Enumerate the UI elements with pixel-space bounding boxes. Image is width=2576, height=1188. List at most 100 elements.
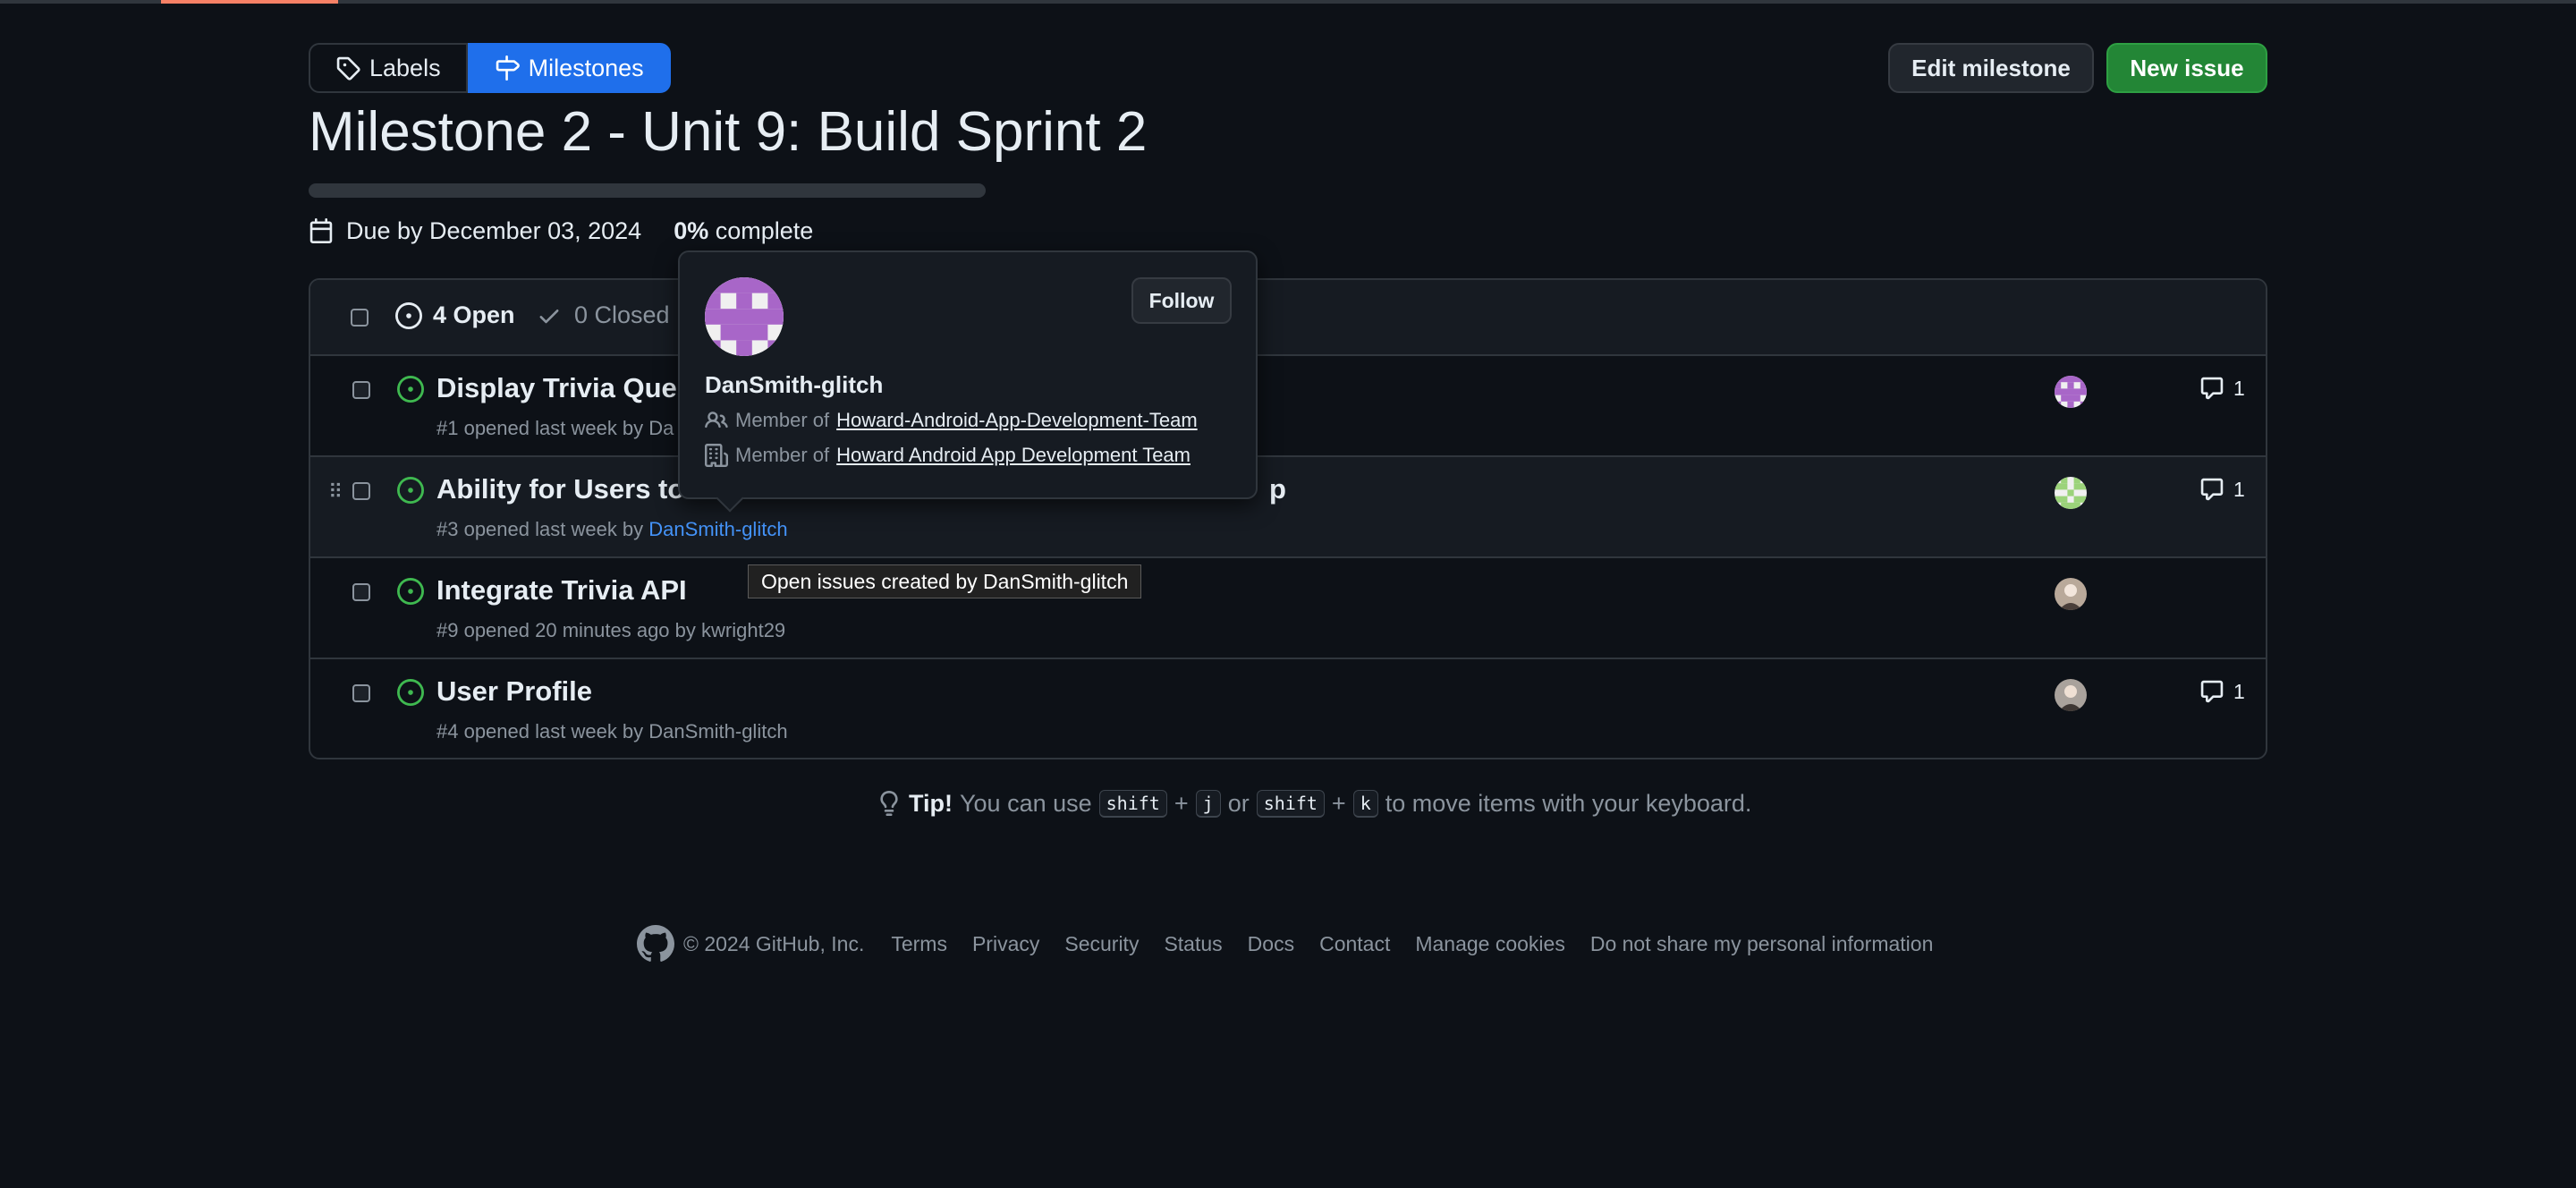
tag-icon bbox=[336, 56, 360, 81]
footer-link-do-not-share[interactable]: Do not share my personal information bbox=[1590, 932, 1934, 956]
tip-text-end: to move items with your keyboard. bbox=[1385, 789, 1752, 817]
shift-key: shift bbox=[1098, 789, 1167, 818]
tip-plus: + bbox=[1174, 789, 1189, 817]
identicon-purple bbox=[2055, 376, 2087, 408]
tab-labels[interactable]: Labels bbox=[309, 43, 468, 93]
labels-milestones-nav: Labels Milestones bbox=[309, 43, 671, 93]
hovercard-username[interactable]: DanSmith-glitch bbox=[705, 371, 883, 399]
check-icon bbox=[539, 309, 559, 323]
member-of-label: Member of bbox=[735, 409, 830, 431]
tab-labels-label: Labels bbox=[369, 54, 441, 81]
copyright-text: © 2024 GitHub, Inc. bbox=[683, 931, 865, 955]
tab-milestones[interactable]: Milestones bbox=[467, 43, 671, 93]
light-bulb-icon bbox=[880, 791, 898, 816]
organization-link[interactable]: Howard Android App Development Team bbox=[836, 444, 1191, 467]
assignee-avatar[interactable] bbox=[2055, 376, 2087, 408]
issue-row[interactable]: Integrate Trivia API #9 opened 20 minute… bbox=[310, 558, 2266, 659]
issue-author-link[interactable]: Da bbox=[648, 417, 674, 439]
issue-open-status-icon bbox=[397, 679, 424, 706]
page-load-progress bbox=[0, 0, 2576, 4]
issue-open-status-icon bbox=[397, 477, 424, 504]
new-issue-button[interactable]: New issue bbox=[2106, 43, 2267, 93]
issue-meta-text: #1 opened last week by bbox=[436, 417, 649, 439]
comment-icon bbox=[2200, 680, 2224, 703]
hovercard-avatar[interactable] bbox=[705, 277, 784, 356]
tip-label: Tip! bbox=[909, 789, 953, 817]
issues-list-header: 4 Open 0 Closed bbox=[310, 280, 2266, 356]
comment-count: 1 bbox=[2233, 376, 2245, 400]
issue-open-status-icon bbox=[397, 578, 424, 605]
issue-row[interactable]: Display Trivia Quest #1 opened last week… bbox=[310, 356, 2266, 457]
issue-meta-text: #3 opened last week by bbox=[436, 518, 649, 540]
tab-milestones-label: Milestones bbox=[528, 54, 644, 81]
issue-row[interactable]: ⠿ Ability for Users to i p #3 opened las… bbox=[310, 457, 2266, 558]
github-logo-icon[interactable] bbox=[637, 925, 674, 963]
identicon-green bbox=[2055, 477, 2087, 509]
issue-author-link[interactable]: DanSmith-glitch bbox=[648, 720, 787, 742]
user-photo-avatar bbox=[2055, 578, 2087, 610]
issue-title-link[interactable]: User Profile bbox=[436, 675, 592, 708]
tip-text-start: You can use bbox=[960, 789, 1092, 817]
user-photo-avatar bbox=[2055, 679, 2087, 711]
drag-handle-icon[interactable]: ⠿ bbox=[328, 480, 343, 504]
comments-link[interactable]: 1 bbox=[2199, 477, 2245, 502]
identicon-purple bbox=[705, 277, 784, 356]
follow-button[interactable]: Follow bbox=[1131, 277, 1232, 324]
issue-checkbox[interactable] bbox=[352, 684, 370, 702]
due-date: Due by December 03, 2024 bbox=[346, 216, 642, 244]
select-all-checkbox[interactable] bbox=[351, 308, 369, 327]
footer-link-status[interactable]: Status bbox=[1164, 932, 1222, 956]
completion-percent: 0% bbox=[674, 216, 709, 244]
assignee-avatar[interactable] bbox=[2055, 578, 2087, 610]
issue-checkbox[interactable] bbox=[352, 381, 370, 399]
assignee-avatar[interactable] bbox=[2055, 477, 2087, 509]
issue-row[interactable]: User Profile #4 opened last week by DanS… bbox=[310, 659, 2266, 758]
issue-title-link[interactable]: Ability for Users to i bbox=[436, 473, 700, 505]
issue-title-link[interactable]: Display Trivia Quest bbox=[436, 372, 701, 404]
completion-label: complete bbox=[715, 216, 814, 244]
issue-meta: #4 opened last week by DanSmith-glitch bbox=[436, 720, 788, 743]
issue-opened-icon bbox=[395, 301, 422, 329]
hovercard-org-membership: Member of Howard Android App Development… bbox=[705, 444, 1191, 467]
issue-open-status-icon bbox=[397, 376, 424, 403]
site-footer: © 2024 GitHub, Inc. Terms Privacy Securi… bbox=[637, 925, 1934, 963]
hovercard-team-membership: Member of Howard-Android-App-Development… bbox=[705, 409, 1198, 432]
issue-checkbox[interactable] bbox=[352, 482, 370, 500]
footer-link-privacy[interactable]: Privacy bbox=[972, 932, 1039, 956]
milestone-meta: Due by December 03, 2024 0% complete bbox=[309, 215, 813, 247]
shift-key: shift bbox=[1256, 789, 1325, 818]
tip-or: or bbox=[1227, 789, 1250, 817]
issue-meta-text: #9 opened 20 minutes ago by bbox=[436, 619, 702, 641]
issue-title-tail[interactable]: p bbox=[1269, 473, 1286, 505]
organization-icon bbox=[705, 444, 728, 467]
open-issues-filter[interactable]: 4 Open bbox=[395, 301, 515, 329]
completion-status: 0% complete bbox=[674, 217, 813, 245]
edit-milestone-button[interactable]: Edit milestone bbox=[1888, 43, 2094, 93]
footer-link-security[interactable]: Security bbox=[1064, 932, 1139, 956]
issue-author-link[interactable]: kwright29 bbox=[701, 619, 785, 641]
issue-author-link[interactable]: DanSmith-glitch bbox=[648, 518, 787, 540]
footer-link-terms[interactable]: Terms bbox=[891, 932, 947, 956]
footer-link-contact[interactable]: Contact bbox=[1319, 932, 1390, 956]
open-count: 4 Open bbox=[433, 301, 515, 328]
footer-link-docs[interactable]: Docs bbox=[1248, 932, 1294, 956]
user-hovercard: Follow DanSmith-glitch Member of Howard-… bbox=[678, 250, 1258, 513]
keyboard-tip: Tip! You can use shift + j or shift + k to m… bbox=[877, 785, 1751, 821]
tip-plus: + bbox=[1331, 789, 1346, 817]
people-icon bbox=[705, 412, 728, 429]
comment-icon bbox=[2200, 478, 2224, 501]
footer-link-manage-cookies[interactable]: Manage cookies bbox=[1415, 932, 1565, 956]
team-link[interactable]: Howard-Android-App-Development-Team bbox=[836, 409, 1198, 432]
comments-link[interactable]: 1 bbox=[2199, 376, 2245, 401]
assignee-avatar[interactable] bbox=[2055, 679, 2087, 711]
issues-list: 4 Open 0 Closed Display Trivia Quest #1 … bbox=[309, 278, 2267, 759]
footer-copyright: © 2024 GitHub, Inc. bbox=[637, 925, 864, 963]
milestone-progress-bar bbox=[309, 183, 986, 198]
milestone-icon bbox=[496, 55, 520, 81]
comments-link[interactable]: 1 bbox=[2199, 679, 2245, 704]
closed-issues-filter[interactable]: 0 Closed bbox=[537, 301, 670, 329]
tooltip: Open issues created by DanSmith-glitch bbox=[748, 564, 1142, 598]
issue-checkbox[interactable] bbox=[352, 583, 370, 601]
issue-title-link[interactable]: Integrate Trivia API bbox=[436, 574, 687, 607]
comment-icon bbox=[2200, 377, 2224, 400]
